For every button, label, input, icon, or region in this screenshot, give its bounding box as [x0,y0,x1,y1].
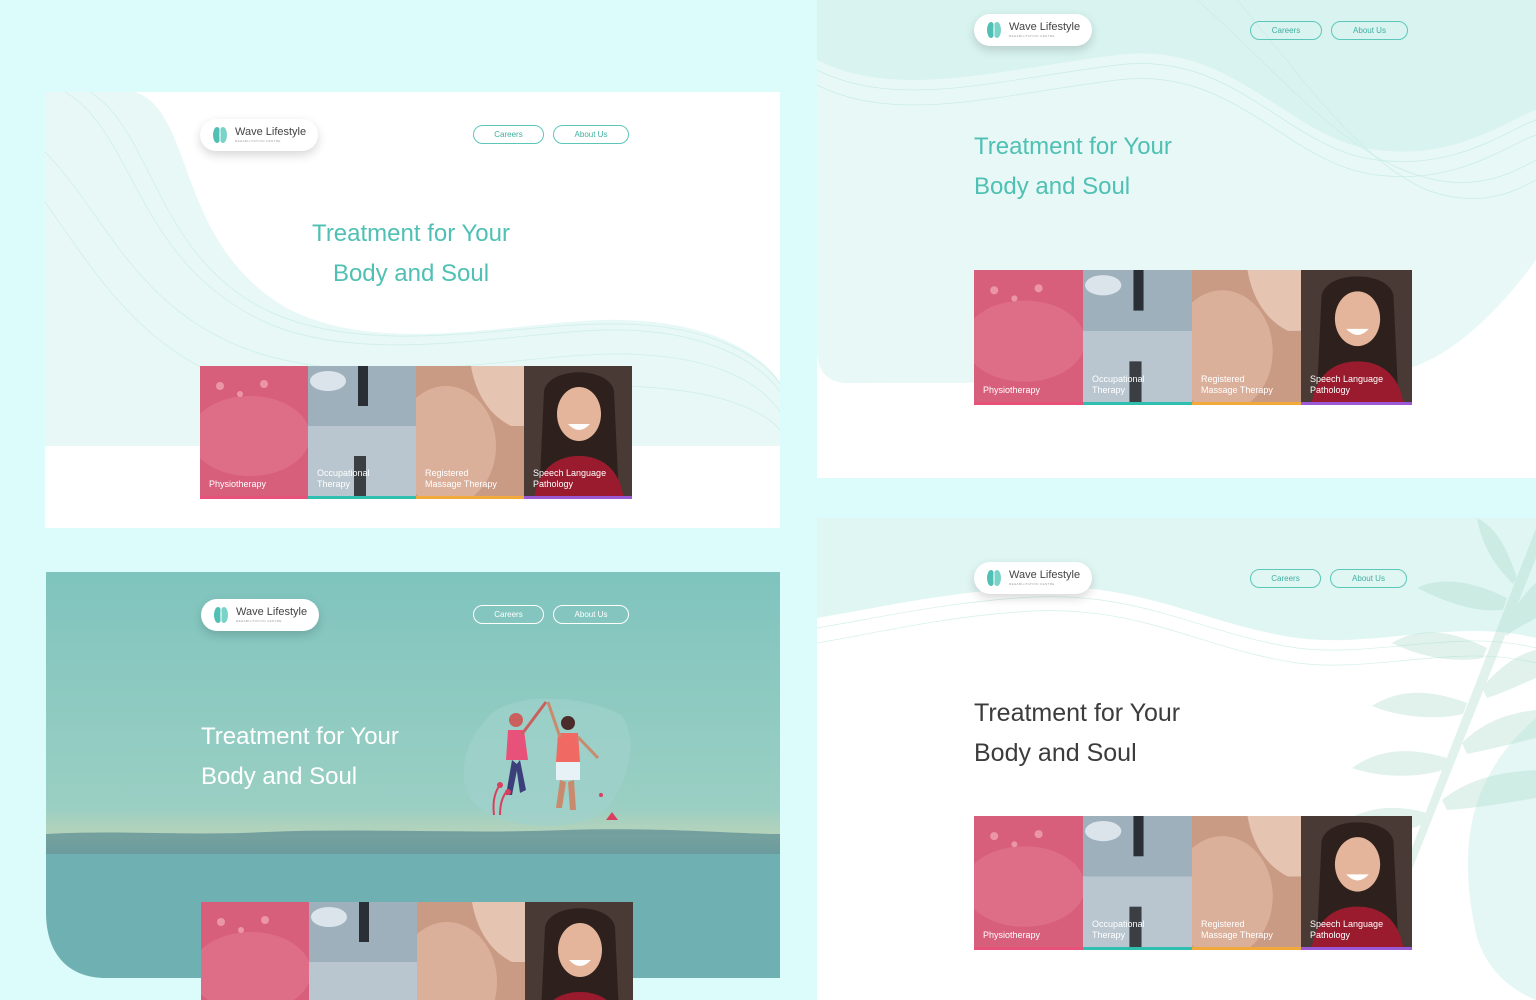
card-accent-bar [1192,947,1301,950]
brand-logo[interactable]: Wave Lifestyle REHABILITATION CENTRE [974,562,1092,594]
mockup-bottom-left: Wave Lifestyle REHABILITATION CENTRE Car… [46,572,780,1000]
card-accent-bar [308,496,416,499]
card-accent-bar [974,402,1083,405]
service-cards: Physiotherapy Occupational Therapy Regist… [974,816,1412,950]
leaf-logo-icon [987,22,1001,38]
hero-heading: Treatment for Your Body and Soul [974,133,1172,200]
service-card-speech-language-pathology[interactable]: Speech Language Pathology [1301,270,1412,405]
service-card-physiotherapy[interactable]: Physiotherapy [974,816,1083,950]
speech-pathology-image [525,902,633,1000]
service-card-occupational-therapy[interactable] [309,902,417,1000]
about-us-button[interactable]: About Us [553,125,629,144]
service-card-massage-therapy[interactable] [417,902,525,1000]
card-accent-bar [416,496,524,499]
service-card-occupational-therapy[interactable]: Occupational Therapy [308,366,416,499]
about-us-button[interactable]: About Us [553,605,629,624]
service-card-occupational-therapy[interactable]: Occupational Therapy [1083,816,1192,950]
card-accent-bar [1083,402,1192,405]
hero-heading: Treatment for Your Body and Soul [312,220,510,287]
careers-button[interactable]: Careers [1250,21,1322,40]
service-cards: Physiotherapy Occupational Therapy Regist… [974,270,1412,405]
service-card-physiotherapy[interactable]: Physiotherapy [200,366,308,499]
service-cards: Physiotherapy Occupational Therapy Regist… [200,366,632,499]
massage-therapy-image [417,902,525,1000]
service-card-speech-language-pathology[interactable] [525,902,633,1000]
mockup-bottom-right: Wave Lifestyle REHABILITATION CENTRE Car… [817,518,1536,1000]
leaf-logo-icon [213,127,227,143]
brand-logo[interactable]: Wave Lifestyle REHABILITATION CENTRE [200,119,318,151]
brand-logo[interactable]: Wave Lifestyle REHABILITATION CENTRE [974,14,1092,46]
service-card-speech-language-pathology[interactable]: Speech Language Pathology [1301,816,1412,950]
service-card-occupational-therapy[interactable]: Occupational Therapy [1083,270,1192,405]
careers-button[interactable]: Careers [473,605,544,624]
service-cards [201,902,633,1000]
brand-name: Wave Lifestyle [1009,21,1081,33]
service-card-physiotherapy[interactable]: Physiotherapy [974,270,1083,405]
careers-button[interactable]: Careers [1250,569,1321,588]
card-accent-bar [200,496,308,499]
service-card-massage-therapy[interactable]: Registered Massage Therapy [1192,816,1301,950]
card-accent-bar [974,947,1083,950]
card-accent-bar [1083,947,1192,950]
service-card-massage-therapy[interactable]: Registered Massage Therapy [416,366,524,499]
mockup-top-right: Wave Lifestyle REHABILITATION CENTRE Car… [817,0,1536,478]
card-accent-bar [1192,402,1301,405]
mockup-top-left: Wave Lifestyle REHABILITATION CENTRE Car… [45,92,780,528]
brand-subtitle: REHABILITATION CENTRE [1009,582,1055,586]
leaf-logo-icon [987,570,1001,586]
hero-heading: Treatment for Your Body and Soul [974,699,1181,767]
brand-logo[interactable]: Wave Lifestyle REHABILITATION CENTRE [201,599,319,631]
card-accent-bar [524,496,632,499]
card-accent-bar [1301,947,1412,950]
about-us-button[interactable]: About Us [1331,21,1408,40]
physiotherapy-image [201,902,309,1000]
brand-name: Wave Lifestyle [1009,569,1081,581]
card-accent-bar [1301,402,1412,405]
service-card-massage-therapy[interactable]: Registered Massage Therapy [1192,270,1301,405]
brand-name: Wave Lifestyle [235,126,307,138]
service-card-physiotherapy[interactable] [201,902,309,1000]
high-five-illustration [463,698,631,827]
careers-button[interactable]: Careers [473,125,544,144]
leaf-logo-icon [214,607,228,623]
about-us-button[interactable]: About Us [1330,569,1407,588]
brand-subtitle: REHABILITATION CENTRE [236,619,282,623]
occupational-therapy-image [309,902,417,1000]
brand-subtitle: REHABILITATION CENTRE [1009,34,1055,38]
brand-name: Wave Lifestyle [236,606,308,618]
hero-heading: Treatment for Your Body and Soul [201,723,399,790]
wave-background [817,0,1536,383]
brand-subtitle: REHABILITATION CENTRE [235,139,281,143]
service-card-speech-language-pathology[interactable]: Speech Language Pathology [524,366,632,499]
